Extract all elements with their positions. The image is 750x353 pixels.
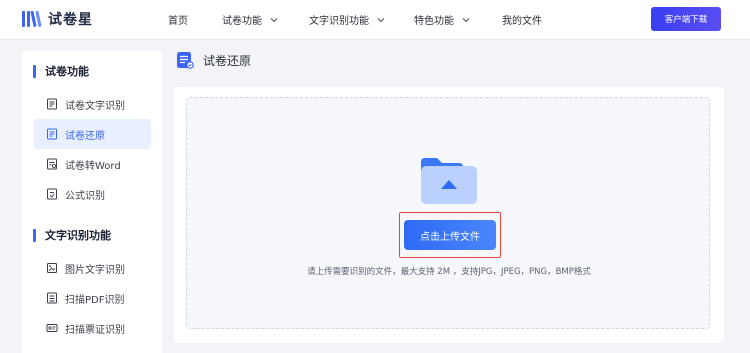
chevron-down-icon [377, 17, 385, 22]
formula-icon [47, 188, 57, 200]
brand-name: 试卷星 [48, 12, 93, 28]
nav-my-files-label: 我的文件 [502, 16, 542, 27]
upload-button-highlight: 点击上传文件 [399, 212, 501, 258]
sidebar-item-label: 扫描PDF识别 [65, 294, 125, 306]
image-text-icon [47, 263, 57, 273]
nav-text-recognition[interactable]: 文字识别功能 [309, 12, 386, 27]
sidebar-item-label: 图片文字识别 [65, 264, 125, 276]
nav-exam-features-label: 试卷功能 [222, 16, 262, 27]
chevron-down-icon [270, 17, 278, 22]
page-header: 试卷还原 [176, 51, 251, 69]
sidebar-item-label: 扫描票证识别 [65, 324, 125, 336]
nav-special-features[interactable]: 特色功能 [414, 12, 471, 27]
page-title: 试卷还原 [203, 53, 252, 68]
nav-text-recognition-label: 文字识别功能 [309, 16, 369, 27]
sidebar-item-image-text-recognition[interactable]: 图片文字识别 [34, 253, 151, 283]
exam-restore-icon [177, 52, 194, 69]
restore-doc-icon [47, 128, 57, 140]
brand-logo[interactable]: 试卷星 [22, 9, 93, 29]
group-accent-bar [33, 64, 36, 78]
sidebar-group-text-recognition-title: 文字识别功能 [45, 229, 111, 242]
sidebar-group-exam: 试卷功能 [33, 63, 89, 79]
sidebar-item-label: 试卷转Word [65, 160, 121, 172]
upload-card: 点击上传文件 请上传需要识别的文件，最大支持 2M ，支持JPG，JPEG，PN… [174, 87, 724, 343]
main-content: 试卷还原 点击上传文件 请上传需要识别的文件，最大支持 2M ，支持JPG，JP… [162, 40, 750, 353]
sidebar-item-label: 公式识别 [65, 190, 105, 202]
sidebar-group-text-recognition: 文字识别功能 [33, 227, 111, 243]
sidebar-item-exam-restore[interactable]: 试卷还原 [34, 119, 151, 149]
upload-hint: 请上传需要识别的文件，最大支持 2M ，支持JPG，JPEG，PNG，BMP格式 [307, 267, 591, 277]
sidebar-item-exam-to-word[interactable]: 试卷转Word [34, 149, 151, 179]
sidebar-item-scan-pdf-recognition[interactable]: 扫描PDF识别 [34, 283, 151, 313]
upload-folder-icon [421, 158, 477, 204]
brand-logo-icon [22, 10, 42, 28]
card-scan-icon [46, 324, 58, 332]
download-client-button[interactable]: 客户端下载 [651, 7, 721, 31]
nav-home[interactable]: 首页 [168, 12, 188, 27]
sidebar: 试卷功能 试卷文字识别 试卷还原 试卷转Word 公式识别 文字识别功能 图片文… [22, 51, 162, 353]
sidebar-item-label: 试卷还原 [65, 130, 105, 142]
chevron-down-icon [462, 17, 470, 22]
nav-my-files[interactable]: 我的文件 [502, 12, 542, 27]
sidebar-item-exam-text-recognition[interactable]: 试卷文字识别 [34, 89, 151, 119]
scan-doc-icon [47, 98, 57, 110]
top-navigation-bar: 试卷星 首页 试卷功能 文字识别功能 特色功能 我的文件 客户端下载 [0, 0, 750, 40]
upload-file-button[interactable]: 点击上传文件 [404, 220, 496, 250]
nav-home-label: 首页 [168, 16, 188, 27]
upload-drop-zone[interactable]: 点击上传文件 请上传需要识别的文件，最大支持 2M ，支持JPG，JPEG，PN… [186, 97, 710, 329]
nav-exam-features[interactable]: 试卷功能 [222, 12, 279, 27]
nav-special-features-label: 特色功能 [414, 16, 454, 27]
sidebar-item-scan-card-recognition[interactable]: 扫描票证识别 [34, 313, 151, 343]
sidebar-item-label: 试卷文字识别 [65, 100, 125, 112]
sidebar-item-formula-recognition[interactable]: 公式识别 [34, 179, 151, 209]
group-accent-bar [33, 228, 36, 242]
sidebar-group-exam-title: 试卷功能 [45, 65, 89, 78]
pdf-scan-icon [47, 292, 57, 304]
doc-convert-icon [47, 158, 57, 170]
